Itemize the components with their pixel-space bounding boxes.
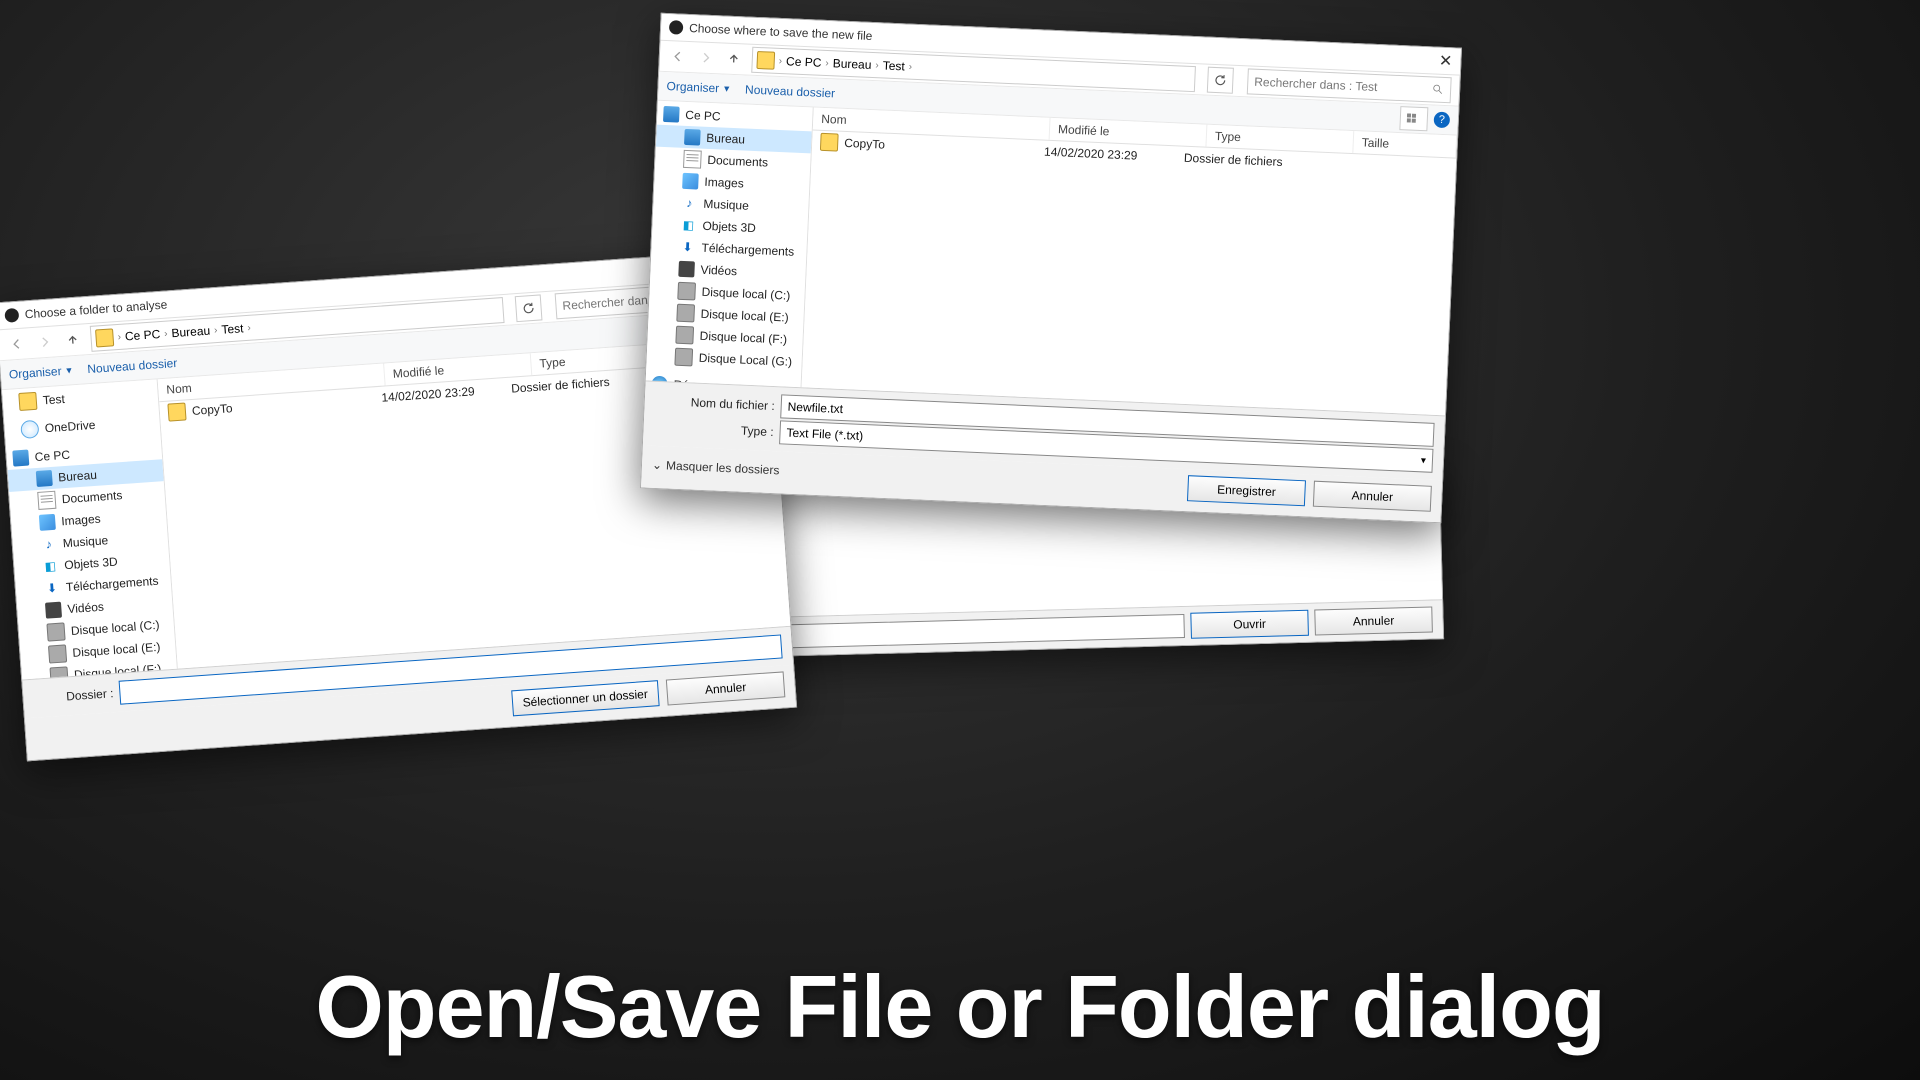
nav-forward-button[interactable] <box>695 47 716 68</box>
new-folder-button[interactable]: Nouveau dossier <box>87 356 178 376</box>
cancel-button[interactable]: Annuler <box>1314 606 1433 635</box>
sidebar: Test OneDrive Ce PC Bureau Documents Ima… <box>2 379 178 679</box>
save-button[interactable]: Enregistrer <box>1187 475 1306 506</box>
file-name: CopyTo <box>844 136 1044 159</box>
folder-icon <box>756 51 775 70</box>
cancel-button[interactable]: Annuler <box>666 671 786 705</box>
file-modified: 14/02/2020 23:29 <box>381 382 512 405</box>
organize-menu[interactable]: Organiser▼ <box>666 79 731 96</box>
hide-folders-toggle[interactable]: ⌄Masquer les dossiers <box>652 458 780 478</box>
folder-icon <box>167 402 186 421</box>
disk-icon <box>674 348 693 367</box>
nav-back-button[interactable] <box>667 46 688 67</box>
chevron-down-icon: ⌄ <box>652 458 663 472</box>
sidebar-item-onedrive[interactable]: OneDrive <box>4 409 160 442</box>
save-dialog: ✕ Choose where to save the new file › Ce… <box>640 13 1462 524</box>
document-icon <box>37 491 56 510</box>
sidebar: Ce PC Bureau Documents Images ♪Musique ◧… <box>646 101 814 388</box>
disk-icon <box>675 326 694 345</box>
folder-icon <box>18 392 37 411</box>
nav-forward-button[interactable] <box>34 331 55 352</box>
music-icon: ♪ <box>681 195 698 212</box>
file-modified: 14/02/2020 23:29 <box>1044 145 1184 165</box>
disk-icon <box>676 304 695 323</box>
document-icon <box>683 150 702 169</box>
download-icon: ⬇ <box>43 580 60 597</box>
filetype-label: Type : <box>653 420 773 439</box>
cancel-button[interactable]: Annuler <box>1313 481 1432 512</box>
select-folder-button[interactable]: Sélectionner un dossier <box>511 680 660 716</box>
view-button[interactable] <box>1399 106 1428 131</box>
video-icon <box>45 602 62 619</box>
chevron-down-icon: ▾ <box>1421 455 1427 466</box>
nav-up-button[interactable] <box>723 49 744 70</box>
app-icon <box>669 20 684 35</box>
folder-icon <box>95 328 114 347</box>
open-button[interactable]: Ouvrir <box>1190 610 1309 639</box>
folder-label: Dossier : <box>33 686 114 706</box>
download-icon: ⬇ <box>679 239 696 256</box>
file-type: Dossier de fichiers <box>1184 151 1283 169</box>
desktop-icon <box>684 129 701 146</box>
image-icon <box>682 173 699 190</box>
music-icon: ♪ <box>40 536 57 553</box>
crumb-desktop[interactable]: Bureau <box>171 324 211 341</box>
video-icon <box>678 261 695 278</box>
crumb-test[interactable]: Test <box>221 321 244 337</box>
disk-icon <box>677 282 696 301</box>
slide-caption: Open/Save File or Folder dialog <box>0 956 1920 1058</box>
pc-icon <box>663 106 680 123</box>
col-size[interactable]: Taille <box>1353 131 1457 157</box>
image-icon <box>39 514 56 531</box>
desktop-icon <box>36 470 53 487</box>
pc-icon <box>12 450 29 467</box>
nav-back-button[interactable] <box>6 333 27 354</box>
window-title: Choose a folder to analyse <box>24 297 167 321</box>
help-button[interactable]: ? <box>1433 112 1450 129</box>
folder-icon <box>820 133 839 152</box>
crumb-test[interactable]: Test <box>882 58 905 73</box>
cube-icon: ◧ <box>42 558 59 575</box>
crumb-pc[interactable]: Ce PC <box>786 54 822 70</box>
disk-icon <box>48 644 67 663</box>
file-type: Dossier de fichiers <box>511 375 610 396</box>
new-folder-button[interactable]: Nouveau dossier <box>745 82 836 100</box>
window-title: Choose where to save the new file <box>689 21 873 43</box>
cube-icon: ◧ <box>680 217 697 234</box>
cloud-icon <box>20 420 39 439</box>
organize-menu[interactable]: Organiser▼ <box>8 363 73 381</box>
app-icon <box>4 308 19 323</box>
crumb-pc[interactable]: Ce PC <box>124 327 160 343</box>
refresh-button[interactable] <box>515 294 543 322</box>
nav-up-button[interactable] <box>62 329 83 350</box>
filename-label: Nom du fichier : <box>655 394 775 413</box>
refresh-button[interactable] <box>1207 67 1234 94</box>
search-icon <box>1432 83 1445 96</box>
disk-icon <box>46 622 65 641</box>
crumb-desktop[interactable]: Bureau <box>832 56 871 72</box>
close-button[interactable]: ✕ <box>1439 51 1453 72</box>
file-area: Nom Modifié le Type Taille CopyTo 14/02/… <box>802 107 1458 415</box>
